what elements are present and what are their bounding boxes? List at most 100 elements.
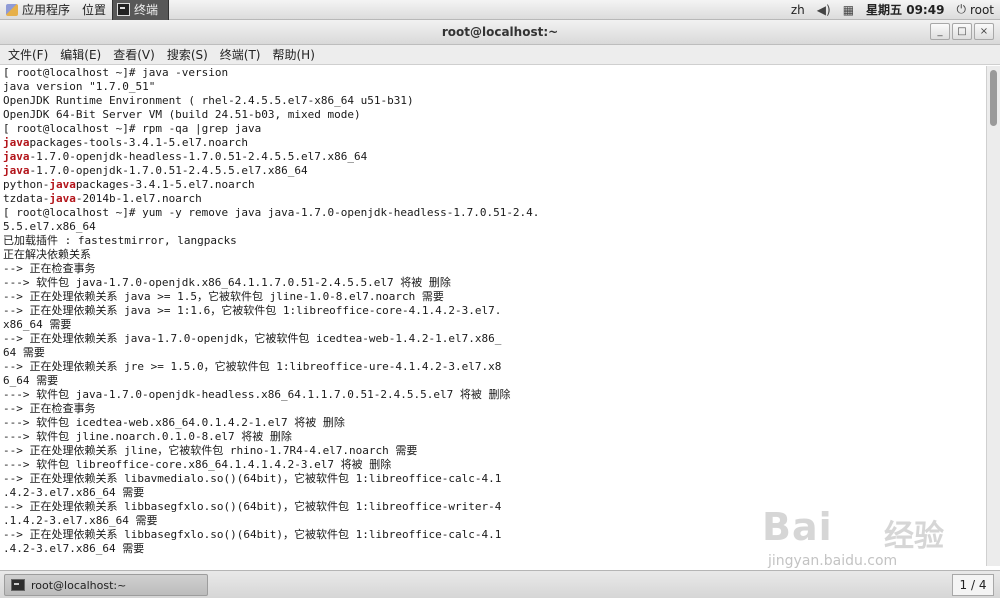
terminal-taskbar-item[interactable]: 终端	[112, 0, 170, 20]
menu-bar: 文件(F) 编辑(E) 查看(V) 搜索(S) 终端(T) 帮助(H)	[0, 45, 1000, 65]
terminal-text: ---> 软件包 libreoffice-core.x86_64.1.4.1.4…	[3, 458, 392, 471]
terminal-text: packages-3.4.1-5.el7.noarch	[75, 178, 255, 191]
terminal-text: OpenJDK Runtime Environment ( rhel-2.4.5…	[3, 94, 414, 107]
user-icon: ⏻	[956, 2, 966, 16]
applications-menu[interactable]: 应用程序	[0, 0, 76, 20]
terminal-text: java version "1.7.0_51"	[3, 80, 156, 93]
terminal-text: --> 正在处理依赖关系 libbasegfxlo.so()(64bit)，它被…	[3, 528, 502, 541]
highlighted-match: java	[3, 136, 30, 149]
terminal-line: --> 正在处理依赖关系 java-1.7.0-openjdk，它被软件包 ic…	[3, 332, 986, 346]
terminal-line: ---> 软件包 jline.noarch.0.1.0-8.el7 将被 删除	[3, 430, 986, 444]
terminal-text: --> 正在处理依赖关系 jline，它被软件包 rhino-1.7R4-4.e…	[3, 444, 418, 457]
menu-terminal[interactable]: 终端(T)	[214, 46, 267, 63]
terminal-text: tzdata-	[3, 192, 50, 205]
clock[interactable]: 星期五 09:49	[860, 0, 950, 20]
terminal-text: x86_64 需要	[3, 318, 72, 331]
window-titlebar[interactable]: root@localhost:~ _ □ ×	[0, 20, 1000, 45]
highlighted-match: java	[3, 150, 30, 163]
minimize-button[interactable]: _	[930, 23, 950, 40]
highlighted-match: java	[49, 192, 76, 205]
terminal-line: --> 正在处理依赖关系 libavmedialo.so()(64bit)，它被…	[3, 472, 986, 486]
terminal-text: --> 正在检查事务	[3, 402, 96, 415]
maximize-button[interactable]: □	[952, 23, 972, 40]
close-button[interactable]: ×	[974, 23, 994, 40]
terminal-text: .1.4.2-3.el7.x86_64 需要	[3, 514, 158, 527]
input-method-label: zh	[790, 2, 805, 17]
terminal-text: --> 正在处理依赖关系 java >= 1.5，它被软件包 jline-1.0…	[3, 290, 444, 303]
terminal-line: .4.2-3.el7.x86_64 需要	[3, 486, 986, 500]
terminal-line: ---> 软件包 java-1.7.0-openjdk.x86_64.1.1.7…	[3, 276, 986, 290]
volume-icon[interactable]: ◀)	[811, 0, 837, 20]
top-panel: 应用程序 位置 终端 zh ◀) ▦ 星期五 09:49 ⏻ root	[0, 0, 1000, 20]
terminal-line: OpenJDK 64-Bit Server VM (build 24.51-b0…	[3, 108, 986, 122]
applications-icon	[6, 3, 18, 16]
terminal-line: java-1.7.0-openjdk-headless-1.7.0.51-2.4…	[3, 150, 986, 164]
terminal-line: python-javapackages-3.4.1-5.el7.noarch	[3, 178, 986, 192]
terminal-text: 已加载插件 : fastestmirror, langpacks	[3, 234, 237, 247]
terminal-line: --> 正在处理依赖关系 java >= 1.5，它被软件包 jline-1.0…	[3, 290, 986, 304]
terminal-line: javapackages-tools-3.4.1-5.el7.noarch	[3, 136, 986, 150]
terminal-text: [ root@localhost ~]# yum -y remove java …	[3, 206, 540, 219]
terminal-line: [ root@localhost ~]# java -version	[3, 66, 986, 80]
menu-file[interactable]: 文件(F)	[2, 46, 54, 63]
menu-help[interactable]: 帮助(H)	[267, 46, 321, 63]
terminal-line: --> 正在处理依赖关系 jline，它被软件包 rhino-1.7R4-4.e…	[3, 444, 986, 458]
user-menu[interactable]: ⏻ root	[950, 0, 1000, 20]
terminal-text: .4.2-3.el7.x86_64 需要	[3, 542, 145, 555]
terminal-window-icon	[11, 579, 25, 591]
scrollbar-thumb[interactable]	[990, 70, 997, 126]
terminal-line: 已加载插件 : fastestmirror, langpacks	[3, 234, 986, 248]
user-label: root	[969, 2, 994, 17]
window-list-label: root@localhost:~	[31, 578, 127, 592]
terminal-text: --> 正在处理依赖关系 libavmedialo.so()(64bit)，它被…	[3, 472, 502, 485]
menu-view[interactable]: 查看(V)	[107, 46, 161, 63]
terminal-scrollbar[interactable]	[986, 66, 1000, 566]
highlighted-match: java	[3, 164, 30, 177]
terminal-text: ---> 软件包 java-1.7.0-openjdk-headless.x86…	[3, 388, 511, 401]
terminal-line: --> 正在处理依赖关系 java >= 1:1.6，它被软件包 1:libre…	[3, 304, 986, 318]
terminal-line: .1.4.2-3.el7.x86_64 需要	[3, 514, 986, 528]
terminal-icon	[117, 3, 131, 16]
terminal-line: ---> 软件包 java-1.7.0-openjdk-headless.x86…	[3, 388, 986, 402]
terminal-line: tzdata-java-2014b-1.el7.noarch	[3, 192, 986, 206]
menu-search[interactable]: 搜索(S)	[161, 46, 214, 63]
terminal-text: --> 正在处理依赖关系 libbasegfxlo.so()(64bit)，它被…	[3, 500, 502, 513]
terminal-text: 6_64 需要	[3, 374, 59, 387]
applications-label: 应用程序	[22, 3, 71, 17]
window-title: root@localhost:~	[441, 25, 559, 39]
workspace-switcher[interactable]: 1 / 4	[952, 574, 994, 596]
terminal-lines: [ root@localhost ~]# java -version java v…	[0, 66, 986, 556]
terminal-line: OpenJDK Runtime Environment ( rhel-2.4.5…	[3, 94, 986, 108]
clock-label: 星期五 09:49	[866, 3, 945, 17]
terminal-text: ---> 软件包 jline.noarch.0.1.0-8.el7 将被 删除	[3, 430, 292, 443]
terminal-line: --> 正在检查事务	[3, 262, 986, 276]
highlighted-match: java	[49, 178, 76, 191]
terminal-text: packages-tools-3.4.1-5.el7.noarch	[29, 136, 249, 149]
terminal-text: [ root@localhost ~]# java -version	[3, 66, 229, 79]
terminal-line: --> 正在处理依赖关系 libbasegfxlo.so()(64bit)，它被…	[3, 500, 986, 514]
input-method-indicator[interactable]: zh	[785, 0, 811, 20]
terminal-line: --> 正在检查事务	[3, 402, 986, 416]
terminal-text: --> 正在处理依赖关系 jre >= 1.5.0，它被软件包 1:libreo…	[3, 360, 502, 373]
terminal-text: --> 正在处理依赖关系 java >= 1:1.6，它被软件包 1:libre…	[3, 304, 502, 317]
terminal-text: 64 需要	[3, 346, 45, 359]
places-label: 位置	[82, 3, 107, 17]
window-list-button[interactable]: root@localhost:~	[4, 574, 208, 596]
terminal-line: 5.5.el7.x86_64	[3, 220, 986, 234]
terminal-text: ---> 软件包 java-1.7.0-openjdk.x86_64.1.1.7…	[3, 276, 451, 289]
terminal-text: --> 正在处理依赖关系 java-1.7.0-openjdk，它被软件包 ic…	[3, 332, 502, 345]
terminal-taskbar-label: 终端	[134, 3, 159, 17]
terminal-line: 正在解决依赖关系	[3, 248, 986, 262]
menu-edit[interactable]: 编辑(E)	[54, 46, 107, 63]
terminal-line: 64 需要	[3, 346, 986, 360]
terminal-output[interactable]: [ root@localhost ~]# java -version java v…	[0, 66, 986, 566]
terminal-text: 正在解决依赖关系	[3, 248, 91, 261]
places-menu[interactable]: 位置	[76, 0, 112, 20]
terminal-text: OpenJDK 64-Bit Server VM (build 24.51-b0…	[3, 108, 361, 121]
terminal-line: [ root@localhost ~]# yum -y remove java …	[3, 206, 986, 220]
terminal-text: .4.2-3.el7.x86_64 需要	[3, 486, 145, 499]
network-icon[interactable]: ▦	[837, 0, 860, 20]
terminal-line: java-1.7.0-openjdk-1.7.0.51-2.4.5.5.el7.…	[3, 164, 986, 178]
terminal-text: ---> 软件包 icedtea-web.x86_64.0.1.4.2-1.el…	[3, 416, 345, 429]
terminal-line: --> 正在处理依赖关系 libbasegfxlo.so()(64bit)，它被…	[3, 528, 986, 542]
